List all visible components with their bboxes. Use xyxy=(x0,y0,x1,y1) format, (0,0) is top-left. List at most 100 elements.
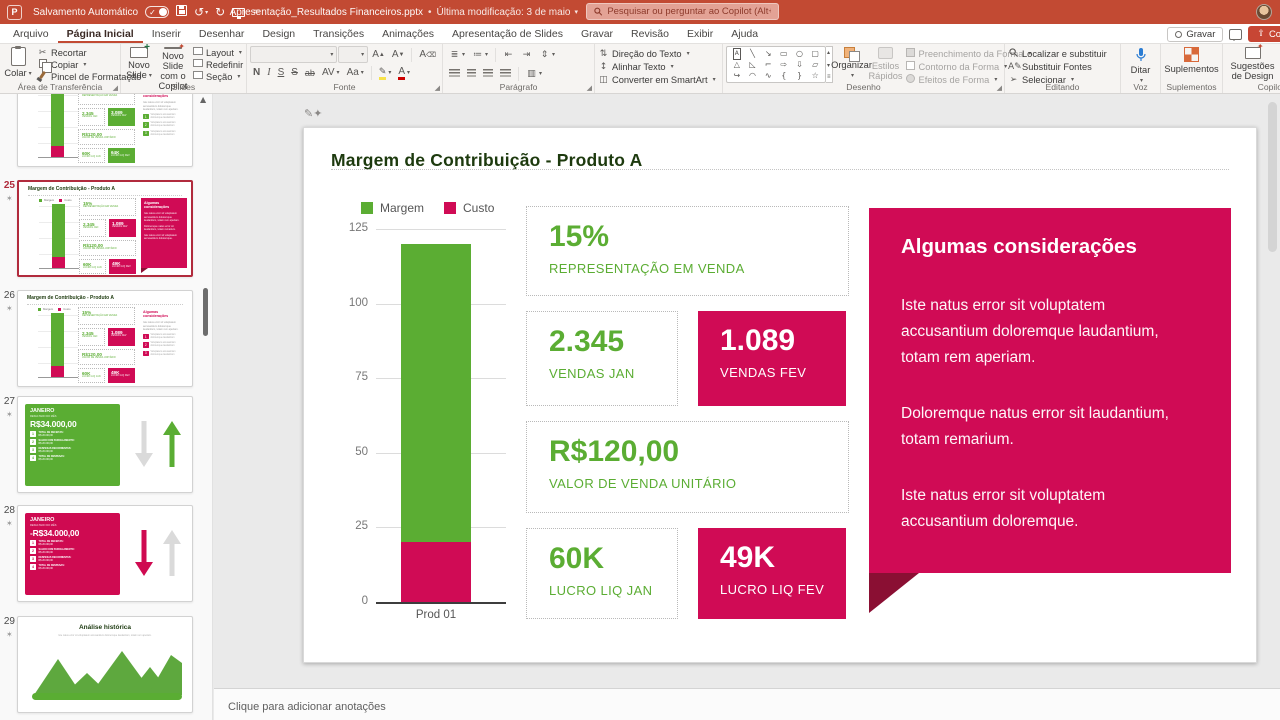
line-spacing-button[interactable]: ⇕▾ xyxy=(536,47,558,62)
undo-button[interactable]: ↺▾ xyxy=(194,1,208,24)
strikethrough-button[interactable]: S xyxy=(288,65,301,80)
shape-triangle-icon[interactable]: △ xyxy=(734,60,740,70)
section-button[interactable]: Seção▾ xyxy=(192,71,243,82)
stat-box-valor-de-venda-unit-rio[interactable]: R$120,00 VALOR DE VENDA UNITÁRIO xyxy=(526,421,849,513)
justify-button[interactable] xyxy=(497,66,514,81)
dialog-launcher-icon[interactable]: ◢ xyxy=(997,84,1002,92)
shapes-gallery[interactable]: A ╲ ↘ ▭ ○ ▢ △ ◺ ⌐ ⇨ ⇩ ▱ ↪ ◠ ∿ xyxy=(726,46,826,83)
tab-apresenta-o-de-slides[interactable]: Apresentação de Slides xyxy=(443,24,572,43)
share-button[interactable]: ⇪Com xyxy=(1248,26,1280,42)
slide-editing-surface[interactable]: Margem de Contribuição - Produto A Marge… xyxy=(303,127,1257,663)
reset-button[interactable]: Redefinir xyxy=(192,59,243,70)
powerpoint-app-icon[interactable]: P xyxy=(7,5,22,20)
dialog-launcher-icon[interactable]: ◢ xyxy=(113,84,118,92)
slide-thumbnail[interactable]: Margem de Contribuição - Produto A Marge… xyxy=(17,94,193,167)
align-left-button[interactable] xyxy=(446,66,463,81)
shape-right-arrow-icon[interactable]: ⇨ xyxy=(780,60,787,70)
slide-thumbnail-28[interactable]: JANEIRORESULTADO DO MÊS-R$34.000,001TOTA… xyxy=(17,505,193,602)
addins-button[interactable]: Suplementos xyxy=(1164,46,1219,75)
tab-inserir[interactable]: Inserir xyxy=(143,24,190,43)
clear-formatting-button[interactable]: A⌫ xyxy=(416,47,439,62)
align-center-button[interactable] xyxy=(464,66,479,81)
shape-right-triangle-icon[interactable]: ◺ xyxy=(749,60,755,70)
underline-button[interactable]: S xyxy=(275,65,288,80)
numbering-button[interactable]: ≔▾ xyxy=(469,47,491,62)
stat-box-representa-o-em-venda[interactable]: 15% REPRESENTAÇÃO EM VENDA xyxy=(526,206,849,296)
new-slide-button[interactable]: Novo Slide▾ xyxy=(124,46,154,82)
arrange-button[interactable]: Organizar▾ xyxy=(837,46,867,82)
search-box[interactable]: Pesquisar ou perguntar ao Copilot (Alt+Q… xyxy=(586,3,779,20)
autosave-toggle[interactable]: ✓ xyxy=(145,6,169,18)
user-avatar[interactable] xyxy=(1256,4,1272,20)
bold-button[interactable]: N xyxy=(250,65,263,80)
redo-button[interactable]: ↻ xyxy=(215,1,225,23)
new-slide-copilot-button[interactable]: Novo Slide com o Copilot xyxy=(158,46,188,82)
shape-rectangle-icon[interactable]: ▭ xyxy=(780,49,788,59)
shape-down-arrow-icon[interactable]: ⇩ xyxy=(796,60,803,70)
shape-rounded-rect-icon[interactable]: ▢ xyxy=(811,49,819,59)
shape-oval-icon[interactable]: ○ xyxy=(796,49,803,59)
bullets-button[interactable]: ≣▾ xyxy=(446,47,468,62)
thumbnail-scrollbar[interactable] xyxy=(203,288,208,336)
replace-fonts-button[interactable]: A✎Substituir Fontes xyxy=(1008,61,1117,72)
save-button[interactable] xyxy=(176,1,187,23)
tab-arquivo[interactable]: Arquivo xyxy=(4,24,58,43)
dialog-launcher-icon[interactable]: ◢ xyxy=(435,84,440,92)
design-ideas-icon[interactable]: ✎✦ xyxy=(304,107,318,121)
shape-left-brace-icon[interactable]: { xyxy=(781,71,786,81)
shape-elbow-icon[interactable]: ⌐ xyxy=(765,60,772,70)
shape-star-icon[interactable]: ☆ xyxy=(812,71,819,81)
dictate-button[interactable]: Ditar▾ xyxy=(1124,46,1157,87)
slide-thumbnail-29[interactable]: Análise histórica Iste natus error sit v… xyxy=(17,616,193,713)
design-ideas-button[interactable]: Sugestões de Design xyxy=(1228,46,1278,82)
dialog-launcher-icon[interactable]: ◢ xyxy=(587,84,592,92)
decrease-font-button[interactable]: A▼ xyxy=(389,47,408,62)
bar-segment-custo[interactable] xyxy=(401,542,471,602)
slide-thumbnail-26[interactable]: Margem de Contribuição - Produto A Marge… xyxy=(17,290,193,387)
font-color-button[interactable]: A▾ xyxy=(395,65,413,80)
increase-font-button[interactable]: A▲ xyxy=(369,47,388,62)
tab-anima-es[interactable]: Animações xyxy=(373,24,443,43)
shape-right-brace-icon[interactable]: } xyxy=(797,71,802,81)
tab-design[interactable]: Design xyxy=(253,24,304,43)
tab-ajuda[interactable]: Ajuda xyxy=(722,24,767,43)
record-button[interactable]: Gravar xyxy=(1167,27,1223,42)
align-right-button[interactable] xyxy=(480,66,496,81)
shape-curved-arrow-icon[interactable]: ↪ xyxy=(733,71,740,81)
text-shadow-button[interactable]: ab xyxy=(302,65,318,80)
tab-desenhar[interactable]: Desenhar xyxy=(190,24,254,43)
quick-styles-button[interactable]: Estilos Rápidos xyxy=(871,46,901,82)
bar-segment-margem[interactable] xyxy=(401,244,471,542)
considerations-box[interactable]: Algumas considerações Iste natus error s… xyxy=(869,208,1231,573)
shape-textbox-icon[interactable]: A xyxy=(733,48,741,60)
decrease-indent-button[interactable]: ⇤ xyxy=(500,47,517,62)
highlight-color-button[interactable]: ✎▾ xyxy=(376,65,395,80)
shape-curve-icon[interactable]: ∿ xyxy=(765,71,772,81)
shape-arc-icon[interactable]: ◠ xyxy=(749,71,756,81)
change-case-button[interactable]: Aa▾ xyxy=(344,65,367,80)
notes-pane[interactable]: Clique para adicionar anotações xyxy=(214,688,1280,720)
columns-button[interactable]: ▥▾ xyxy=(523,66,545,81)
stat-box-lucro-liq-fev[interactable]: 49K LUCRO LIQ FEV xyxy=(698,528,846,619)
comments-icon[interactable] xyxy=(1229,29,1242,40)
character-spacing-button[interactable]: AV▾ xyxy=(319,65,343,80)
tab-gravar[interactable]: Gravar xyxy=(572,24,622,43)
paste-button[interactable]: Colar▾ xyxy=(3,46,33,82)
italic-button[interactable]: I xyxy=(264,65,273,80)
tab-transi-es[interactable]: Transições xyxy=(304,24,373,43)
font-size-select[interactable]: ▾ xyxy=(338,46,368,63)
find-replace-button[interactable]: Localizar e substituir xyxy=(1008,48,1117,59)
tab-p-gina-inicial[interactable]: Página Inicial xyxy=(58,24,143,43)
tab-exibir[interactable]: Exibir xyxy=(678,24,722,43)
shape-parallelogram-icon[interactable]: ▱ xyxy=(812,60,818,70)
stat-box-vendas-fev[interactable]: 1.089 VENDAS FEV xyxy=(698,311,846,406)
stat-box-lucro-liq-jan[interactable]: 60K LUCRO LIQ JAN xyxy=(526,528,678,619)
slide-thumbnail-27[interactable]: JANEIRORESULTADO DO MÊSR$34.000,001TOTAL… xyxy=(17,396,193,493)
layout-button[interactable]: Layout▾ xyxy=(192,47,243,58)
shape-line-icon[interactable]: ╲ xyxy=(750,49,755,59)
text-direction-button[interactable]: ⇅Direção do Texto▾ xyxy=(598,48,719,59)
convert-smartart-button[interactable]: ◫Converter em SmartArt▾ xyxy=(598,74,719,85)
document-title[interactable]: Apresentação_Resultados Financeiros.pptx… xyxy=(230,0,578,24)
canvas-scrollbar[interactable] xyxy=(1268,102,1277,252)
scroll-up-icon[interactable]: ▲ xyxy=(200,95,206,104)
